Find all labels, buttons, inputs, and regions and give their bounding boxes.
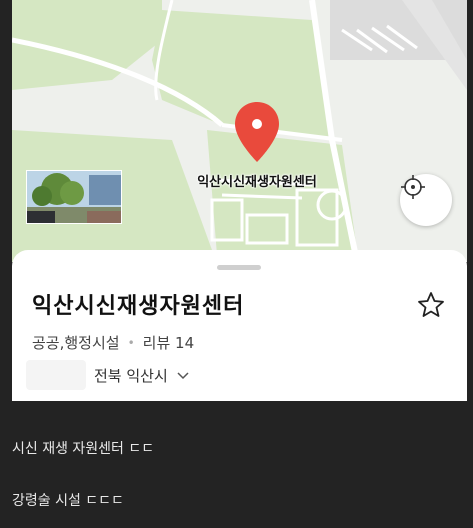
place-address: 전북 익산시 <box>94 366 168 385</box>
map-pin-icon[interactable] <box>232 100 282 164</box>
place-title: 익산시신재생자원센터 <box>32 294 245 319</box>
star-outline-icon[interactable] <box>416 290 446 320</box>
comment-text: 시신 재생 자원센터 ㄷㄷ <box>12 441 155 457</box>
meta-separator: • <box>127 335 135 350</box>
screen: 익산시신재생자원센터 익산시신재생자원센터 공공,행정시설 • 리뷰 14 전북… <box>0 0 473 528</box>
map-view[interactable]: 익산시신재생자원센터 <box>12 0 467 262</box>
place-bottom-sheet[interactable]: 익산시신재생자원센터 공공,행정시설 • 리뷰 14 전북 익산시 <box>12 250 467 401</box>
place-category: 공공,행정시설 <box>32 334 120 352</box>
chevron-down-icon[interactable] <box>176 368 190 382</box>
drag-handle[interactable] <box>217 265 261 270</box>
map-pin-label: 익산시신재생자원센터 <box>197 175 317 190</box>
place-meta: 공공,행정시설 • 리뷰 14 <box>32 332 194 353</box>
street-view-thumbnail[interactable] <box>26 170 122 224</box>
comment-text: 강령술 시설 ㄷㄷㄷ <box>12 493 124 509</box>
address-blur <box>26 360 86 390</box>
address-row[interactable]: 전북 익산시 <box>26 360 190 390</box>
locate-button[interactable] <box>400 174 452 226</box>
review-count[interactable]: 리뷰 14 <box>143 332 194 353</box>
crosshair-icon <box>401 175 425 199</box>
